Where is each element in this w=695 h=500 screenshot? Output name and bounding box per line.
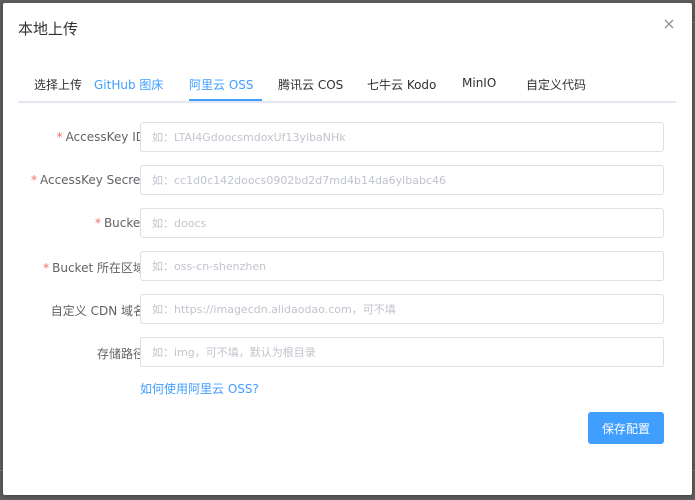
access-key-id-input[interactable] bbox=[140, 122, 664, 152]
tab-aliyun-oss[interactable]: 阿里云 OSS bbox=[189, 76, 254, 93]
dialog-title: 本地上传 bbox=[18, 20, 79, 38]
active-tab-indicator bbox=[189, 99, 262, 101]
tab-local-select[interactable]: 选择上传 bbox=[34, 76, 82, 93]
form-row-path: 存储路径 bbox=[18, 337, 678, 369]
path-label: 存储路径 bbox=[96, 347, 145, 361]
cdn-domain-input[interactable] bbox=[140, 294, 664, 324]
access-key-secret-input[interactable] bbox=[140, 165, 664, 195]
access-key-id-label: * AccessKey ID bbox=[56, 130, 145, 144]
form-row-region: * Bucket 所在区域 bbox=[18, 251, 678, 283]
cdn-domain-label: 自定义 CDN 域名 bbox=[50, 304, 145, 318]
form-row-bucket: * Bucket bbox=[18, 208, 678, 240]
region-input[interactable] bbox=[140, 251, 664, 281]
oss-help-link[interactable]: 如何使用阿里云 OSS? bbox=[140, 380, 259, 397]
region-label: * Bucket 所在区域 bbox=[43, 261, 145, 275]
required-asterisk: * bbox=[43, 261, 50, 275]
tab-minio[interactable]: MinIO bbox=[462, 76, 496, 90]
bucket-input[interactable] bbox=[140, 208, 664, 238]
tab-github[interactable]: GitHub 图床 bbox=[94, 76, 163, 93]
close-icon[interactable] bbox=[662, 17, 676, 31]
required-asterisk: * bbox=[30, 173, 37, 187]
tab-custom-code[interactable]: 自定义代码 bbox=[526, 76, 586, 93]
save-config-button[interactable]: 保存配置 bbox=[588, 412, 664, 444]
form-row-cdn-domain: 自定义 CDN 域名 bbox=[18, 294, 678, 326]
bucket-label: * Bucket bbox=[94, 216, 145, 230]
required-asterisk: * bbox=[94, 216, 101, 230]
required-asterisk: * bbox=[56, 130, 63, 144]
upload-dialog: 本地上传 选择上传 GitHub 图床 阿里云 OSS 腾讯云 COS 七牛云 … bbox=[3, 3, 692, 495]
form-row-access-key-secret: * AccessKey Secret bbox=[18, 165, 678, 197]
tab-qiniu-kodo[interactable]: 七牛云 Kodo bbox=[367, 76, 436, 93]
form-row-access-key-id: * AccessKey ID bbox=[18, 122, 678, 154]
path-input[interactable] bbox=[140, 337, 664, 367]
upload-tabs: 选择上传 GitHub 图床 阿里云 OSS 腾讯云 COS 七牛云 Kodo … bbox=[18, 67, 676, 103]
tab-tencent-cos[interactable]: 腾讯云 COS bbox=[278, 76, 343, 93]
access-key-secret-label: * AccessKey Secret bbox=[30, 173, 145, 187]
